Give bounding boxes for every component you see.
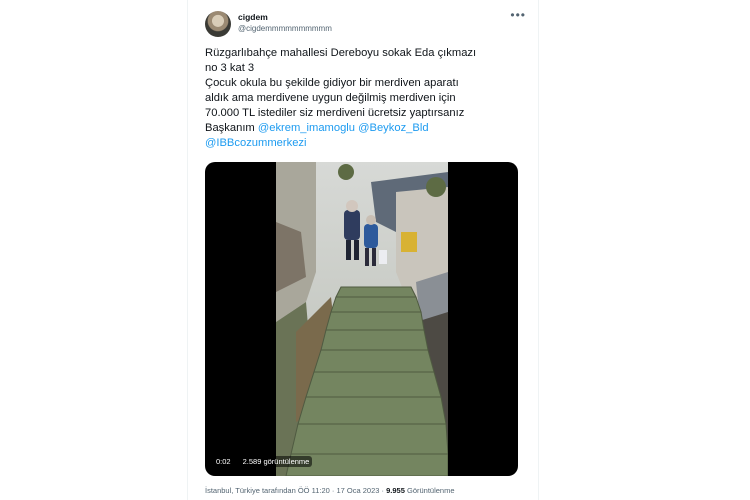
avatar[interactable] [205, 11, 231, 37]
tweet-location[interactable]: İstanbul, Türkiye tarafından [205, 486, 296, 495]
tweet-line-prefix: Başkanım [205, 122, 255, 134]
tweet-line: Çocuk okula bu şekilde gidiyor bir merdi… [205, 77, 459, 89]
tweet-datetime[interactable]: ÖÖ 11:20 · 17 Oca 2023 [298, 486, 380, 495]
tweet-line: @IBBcozummerkezi [205, 136, 535, 151]
separator: · [381, 486, 385, 495]
view-label: Görüntülenme [406, 486, 455, 495]
video-time: 0:02 [213, 456, 234, 467]
tweet-line: aldık ama merdivene uygun değilmiş merdi… [205, 92, 456, 104]
tweet-card: cigdem @cigdemmmmmmmmmm ••• Rüzgarlıbahç… [187, 0, 539, 500]
tweet-meta: İstanbul, Türkiye tarafından ÖÖ 11:20 · … [205, 486, 455, 495]
tweet-text: Rüzgarlıbahçe mahallesi Dereboyu sokak E… [205, 46, 535, 151]
tweet-line: Başkanım @ekrem_imamoglu @Beykoz_Bld [205, 121, 535, 136]
tweet-line: no 3 kat 3 [205, 62, 255, 74]
video-player[interactable]: 0:02 2.589 görüntülenme [205, 162, 518, 476]
tweet-line: Rüzgarlıbahçe mahallesi Dereboyu sokak E… [205, 47, 477, 59]
more-icon[interactable]: ••• [510, 8, 526, 22]
stairs-scene-image [276, 162, 448, 476]
video-overlay: 0:02 2.589 görüntülenme [213, 456, 313, 467]
mention-link[interactable]: @IBBcozummerkezi [205, 137, 307, 149]
tweet-line: 70.000 TL istediler siz merdiveni ücrets… [205, 107, 465, 119]
mention-link[interactable]: @Beykoz_Bld [358, 122, 428, 134]
view-count: 9.955 [386, 486, 405, 495]
user-handle[interactable]: @cigdemmmmmmmmmm [238, 24, 332, 33]
video-frame [276, 162, 448, 476]
video-views: 2.589 görüntülenme [239, 456, 313, 467]
mention-link[interactable]: @ekrem_imamoglu [258, 122, 355, 134]
display-name[interactable]: cigdem [238, 12, 268, 22]
